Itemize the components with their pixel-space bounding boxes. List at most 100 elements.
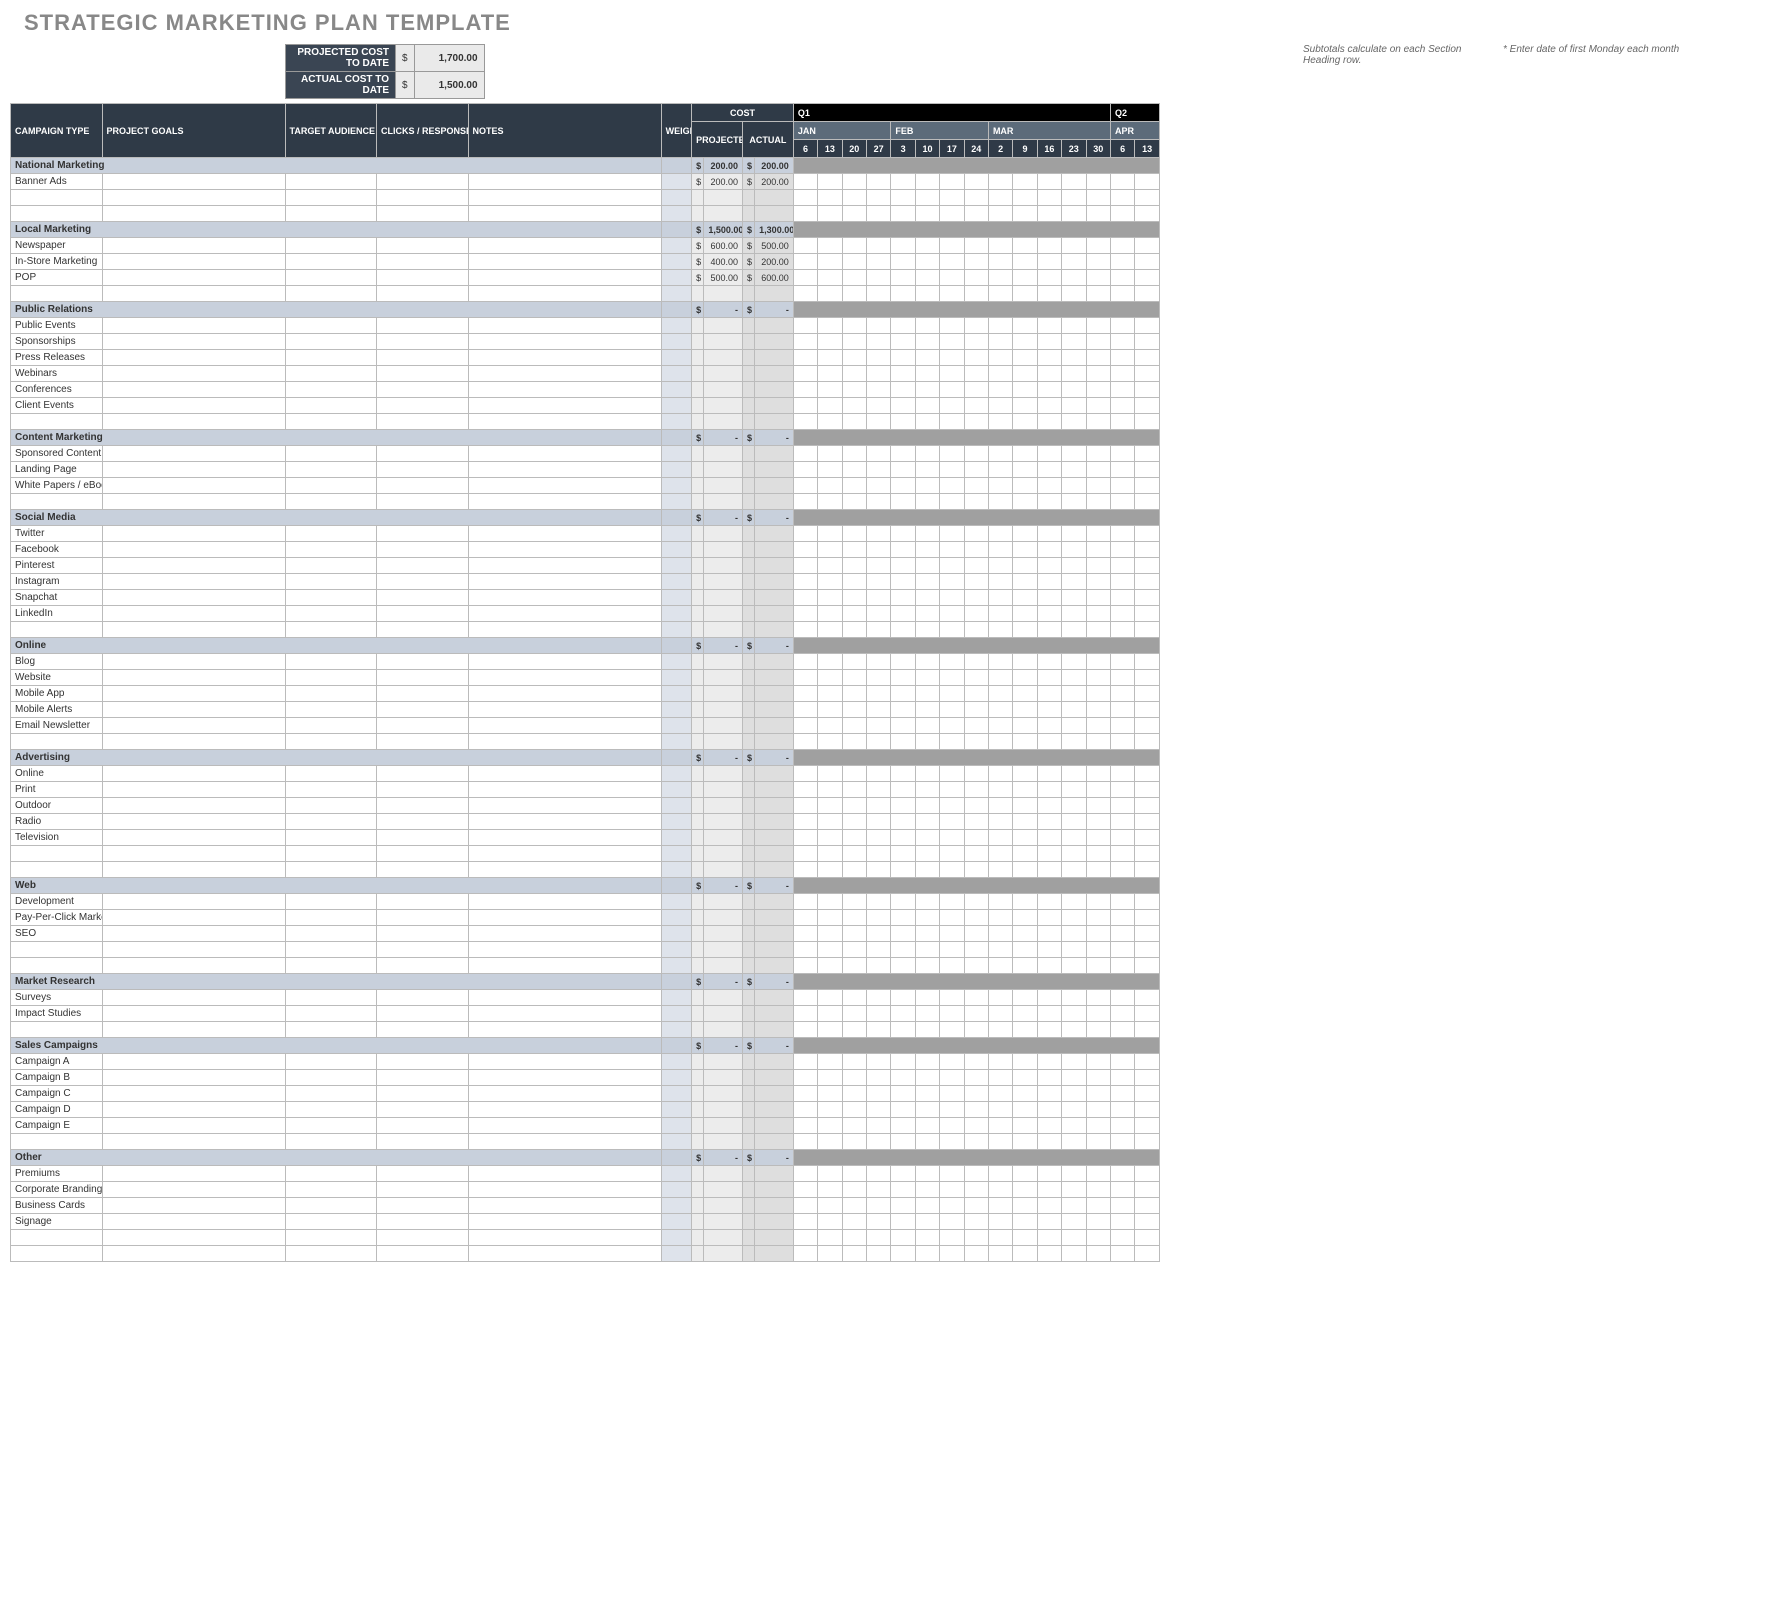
gantt-cell[interactable] (866, 446, 890, 462)
gantt-cell[interactable] (818, 1118, 842, 1134)
item-clicks[interactable] (377, 558, 469, 574)
item-proj[interactable] (704, 990, 743, 1006)
gantt-cell[interactable] (1013, 734, 1037, 750)
item-name[interactable]: Website (11, 670, 103, 686)
item-proj[interactable]: 200.00 (704, 174, 743, 190)
gantt-cell[interactable] (866, 494, 890, 510)
gantt-cell[interactable] (891, 766, 915, 782)
item-weight[interactable] (661, 798, 692, 814)
gantt-cell[interactable] (818, 894, 842, 910)
item-audience[interactable] (285, 910, 377, 926)
item-audience[interactable] (285, 702, 377, 718)
item-proj[interactable] (704, 862, 743, 878)
gantt-cell[interactable] (891, 782, 915, 798)
item-weight[interactable] (661, 622, 692, 638)
item-goals[interactable] (102, 606, 285, 622)
gantt-cell[interactable] (1086, 702, 1110, 718)
gantt-cell[interactable] (1086, 942, 1110, 958)
item-audience[interactable] (285, 1230, 377, 1246)
gantt-cell[interactable] (818, 414, 842, 430)
gantt-cell[interactable] (915, 1198, 939, 1214)
item-goals[interactable] (102, 254, 285, 270)
item-name[interactable]: Mobile App (11, 686, 103, 702)
item-notes[interactable] (468, 270, 661, 286)
item-weight[interactable] (661, 670, 692, 686)
gantt-cell[interactable] (866, 686, 890, 702)
gantt-cell[interactable] (1013, 814, 1037, 830)
gantt-cell[interactable] (940, 798, 964, 814)
gantt-cell[interactable] (866, 590, 890, 606)
item-clicks[interactable] (377, 830, 469, 846)
gantt-cell[interactable] (818, 1086, 842, 1102)
item-audience[interactable] (285, 1054, 377, 1070)
item-act[interactable] (755, 926, 794, 942)
gantt-cell[interactable] (842, 334, 866, 350)
gantt-cell[interactable] (1037, 542, 1061, 558)
gantt-cell[interactable] (818, 478, 842, 494)
item-name[interactable]: White Papers / eBooks (11, 478, 103, 494)
gantt-cell[interactable] (1110, 1118, 1134, 1134)
gantt-cell[interactable] (1086, 286, 1110, 302)
item-name[interactable] (11, 734, 103, 750)
item-act[interactable] (755, 382, 794, 398)
gantt-cell[interactable] (915, 606, 939, 622)
item-clicks[interactable] (377, 942, 469, 958)
gantt-cell[interactable] (915, 190, 939, 206)
gantt-cell[interactable] (988, 958, 1012, 974)
item-goals[interactable] (102, 1134, 285, 1150)
gantt-cell[interactable] (1086, 798, 1110, 814)
gantt-cell[interactable] (793, 382, 817, 398)
item-name[interactable]: Surveys (11, 990, 103, 1006)
item-notes[interactable] (468, 398, 661, 414)
gantt-cell[interactable] (1110, 814, 1134, 830)
gantt-cell[interactable] (940, 286, 964, 302)
gantt-cell[interactable] (1086, 734, 1110, 750)
item-audience[interactable] (285, 254, 377, 270)
gantt-cell[interactable] (818, 494, 842, 510)
gantt-cell[interactable] (891, 174, 915, 190)
item-audience[interactable] (285, 382, 377, 398)
gantt-cell[interactable] (818, 606, 842, 622)
gantt-cell[interactable] (964, 734, 988, 750)
gantt-cell[interactable] (1135, 190, 1160, 206)
gantt-cell[interactable] (940, 206, 964, 222)
item-name[interactable] (11, 622, 103, 638)
gantt-cell[interactable] (964, 718, 988, 734)
item-name[interactable] (11, 286, 103, 302)
gantt-cell[interactable] (818, 734, 842, 750)
gantt-cell[interactable] (988, 894, 1012, 910)
gantt-cell[interactable] (1013, 1102, 1037, 1118)
gantt-cell[interactable] (1110, 1134, 1134, 1150)
item-name[interactable]: Mobile Alerts (11, 702, 103, 718)
item-goals[interactable] (102, 1118, 285, 1134)
item-proj[interactable] (704, 414, 743, 430)
gantt-cell[interactable] (818, 1246, 842, 1262)
gantt-cell[interactable] (891, 1006, 915, 1022)
gantt-cell[interactable] (988, 862, 1012, 878)
gantt-cell[interactable] (1062, 1198, 1086, 1214)
gantt-cell[interactable] (940, 622, 964, 638)
gantt-cell[interactable] (1110, 478, 1134, 494)
gantt-cell[interactable] (891, 286, 915, 302)
gantt-cell[interactable] (988, 334, 1012, 350)
item-name[interactable]: Impact Studies (11, 1006, 103, 1022)
item-name[interactable]: Radio (11, 814, 103, 830)
gantt-cell[interactable] (793, 462, 817, 478)
gantt-cell[interactable] (1110, 1166, 1134, 1182)
gantt-cell[interactable] (1135, 542, 1160, 558)
item-notes[interactable] (468, 734, 661, 750)
gantt-cell[interactable] (964, 254, 988, 270)
item-audience[interactable] (285, 414, 377, 430)
gantt-cell[interactable] (842, 1182, 866, 1198)
gantt-cell[interactable] (793, 174, 817, 190)
gantt-cell[interactable] (1013, 574, 1037, 590)
gantt-cell[interactable] (940, 958, 964, 974)
gantt-cell[interactable] (988, 830, 1012, 846)
gantt-cell[interactable] (1135, 1070, 1160, 1086)
item-act[interactable] (755, 574, 794, 590)
item-audience[interactable] (285, 1166, 377, 1182)
item-notes[interactable] (468, 334, 661, 350)
gantt-cell[interactable] (1062, 990, 1086, 1006)
item-notes[interactable] (468, 1054, 661, 1070)
gantt-cell[interactable] (793, 958, 817, 974)
